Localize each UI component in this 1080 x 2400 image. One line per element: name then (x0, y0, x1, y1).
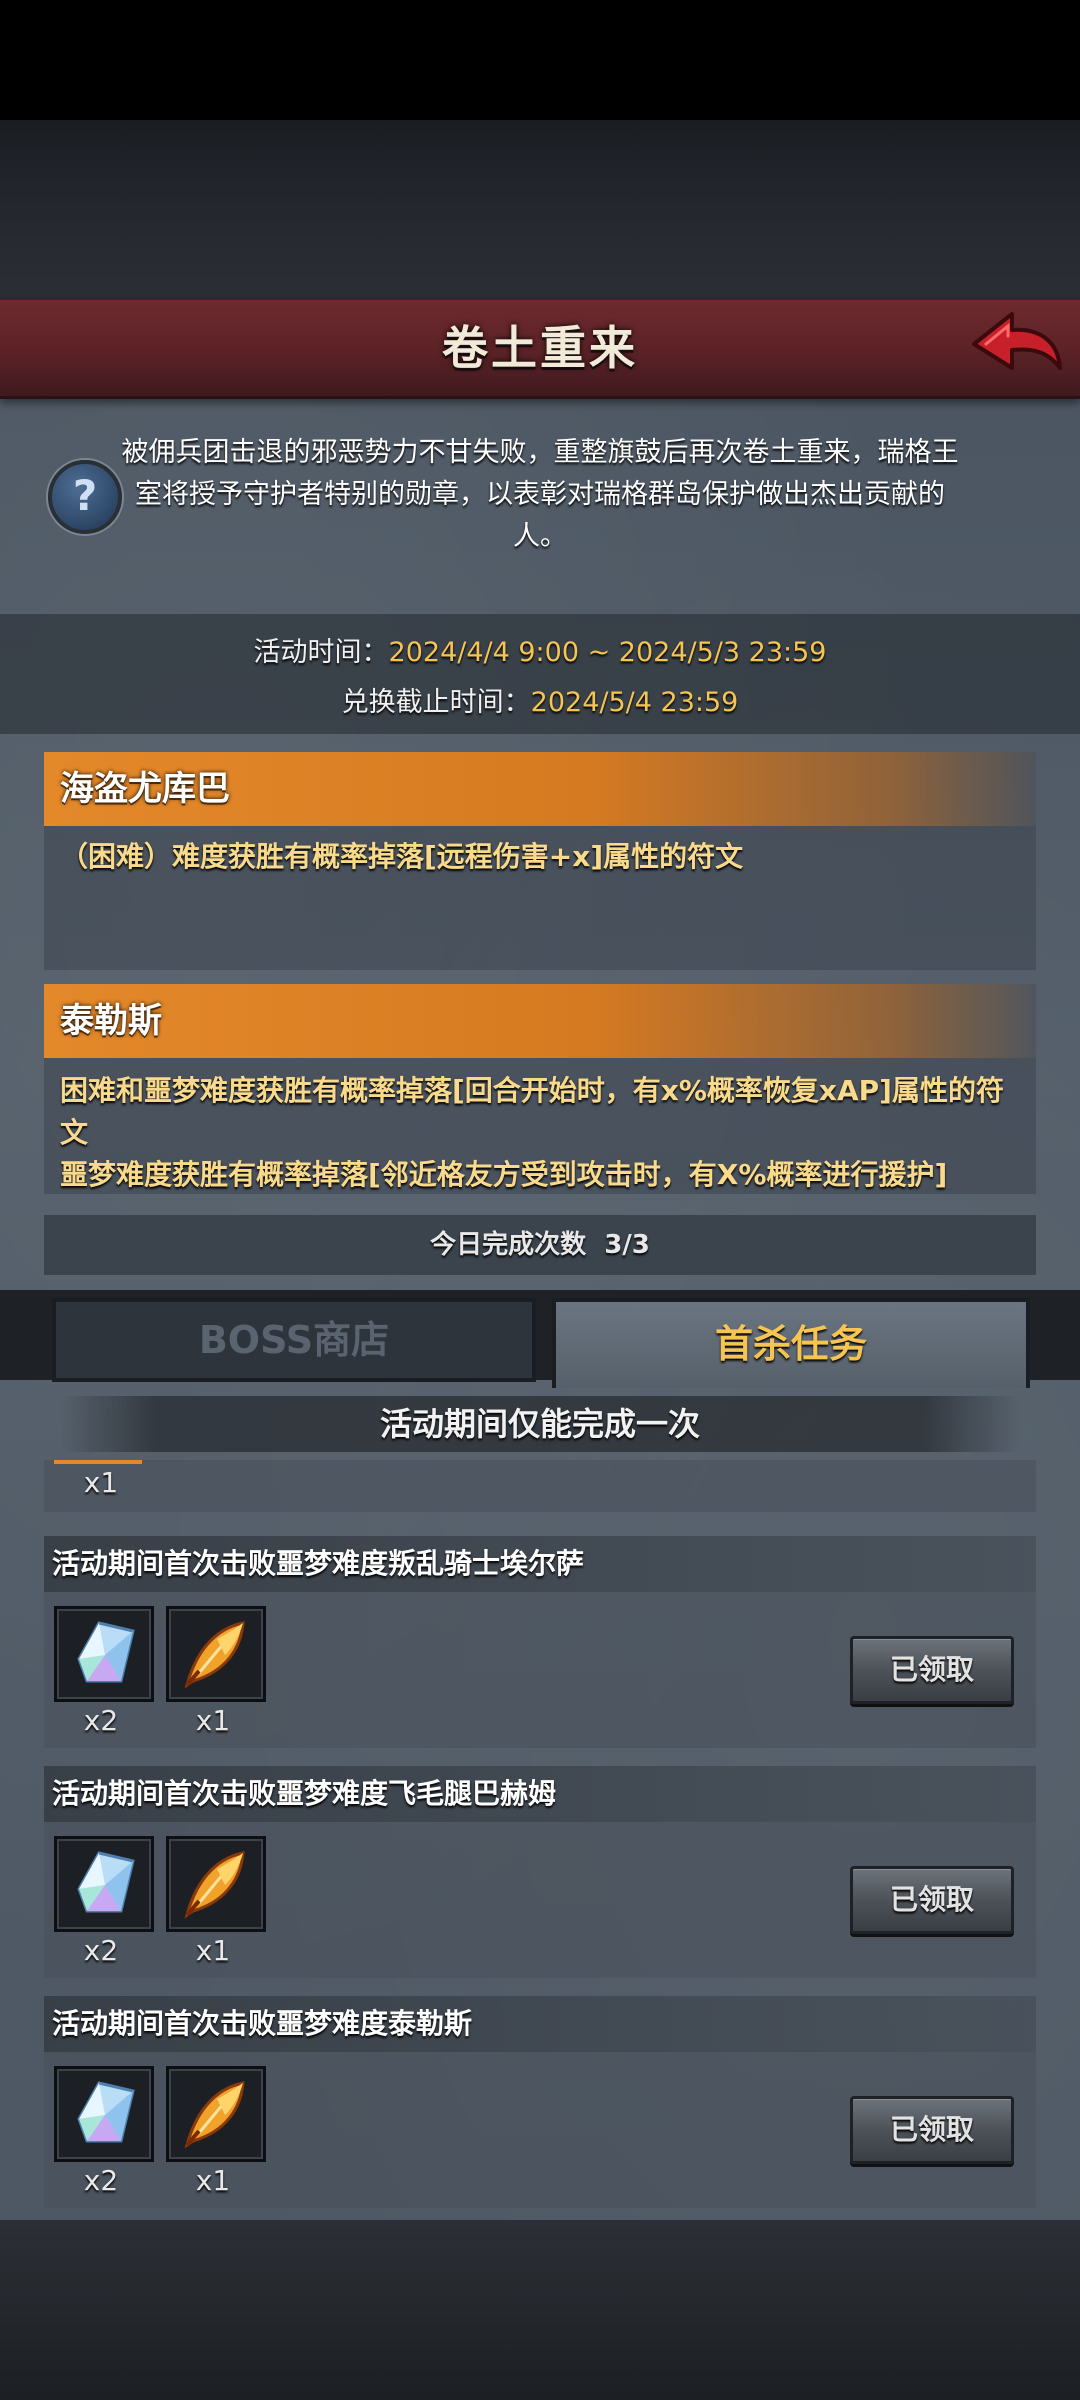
event-time-label: 活动时间： (253, 637, 389, 668)
exchange-deadline-value: 2024/5/4 23:59 (530, 687, 739, 718)
reward-item[interactable] (54, 1836, 154, 1932)
boss-header: 泰勒斯 (44, 984, 1036, 1058)
reward-item[interactable] (54, 1606, 154, 1702)
task-card: 活动期间首次击败噩梦难度飞毛腿巴赫姆 x2 x1 已领取 (44, 1766, 1036, 1978)
task-title-bar: 活动期间首次击败噩梦难度叛乱骑士埃尔萨 (44, 1536, 1036, 1592)
task-title: 活动期间首次击败噩梦难度泰勒斯 (52, 2007, 473, 2040)
claimed-button[interactable]: 已领取 (850, 2096, 1014, 2164)
boss-drop-description: 困难和噩梦难度获胜有概率掉落[回合开始时，有x%概率恢复xAP]属性的符文 (60, 1074, 1004, 1149)
task-title-bar: 活动期间首次击败噩梦难度飞毛腿巴赫姆 (44, 1766, 1036, 1822)
back-arrow-icon (972, 312, 1062, 370)
reward-item[interactable] (166, 1836, 266, 1932)
event-time-value: 2024/4/4 9:00 ~ 2024/5/3 23:59 (388, 637, 827, 668)
crystal-icon (77, 1851, 135, 1913)
reward-frame-edge (54, 1460, 142, 1464)
crystal-icon (77, 1621, 135, 1683)
boss-name: 海盗尤库巴 (60, 769, 230, 809)
task-title: 活动期间首次击败噩梦难度叛乱骑士埃尔萨 (52, 1547, 585, 1580)
daily-completion-bar: 今日完成次数 3/3 (44, 1214, 1036, 1275)
page-title: 卷土重来 (442, 321, 638, 375)
claimed-button[interactable]: 已领取 (850, 1866, 1014, 1934)
back-button[interactable] (968, 306, 1064, 382)
feather-icon (184, 1851, 245, 1919)
crystal-icon (77, 2081, 135, 2143)
task-title-bar: 活动期间首次击败噩梦难度泰勒斯 (44, 1996, 1036, 2052)
task-card: 活动期间首次击败噩梦难度泰勒斯 x2 x1 已领取 (44, 1996, 1036, 2208)
exchange-deadline-row: 兑换截止时间：2024/5/4 23:59 (0, 680, 1080, 719)
exchange-deadline-label: 兑换截止时间： (341, 687, 531, 718)
reward-count: x1 (195, 1704, 231, 1737)
reward-count: x2 (83, 1704, 119, 1737)
feather-icon (184, 2081, 245, 2149)
title-bar: 卷土重来 (0, 300, 1080, 399)
tab-boss-shop[interactable]: BOSS商店 (52, 1298, 536, 1382)
task-card: 活动期间首次击败噩梦难度叛乱骑士埃尔萨 x2 x1 已领取 (44, 1536, 1036, 1748)
reward-item[interactable] (54, 2066, 154, 2162)
reward-item[interactable] (166, 2066, 266, 2162)
boss-drop-description: （困难）难度获胜有概率掉落[远程伤害+x]属性的符文 (60, 840, 744, 873)
status-bar-area (0, 0, 1080, 120)
boss-card: 泰勒斯 困难和噩梦难度获胜有概率掉落[回合开始时，有x%概率恢复xAP]属性的符… (44, 984, 1036, 1194)
reward-item[interactable] (166, 1606, 266, 1702)
reward-count: x1 (195, 2164, 231, 2197)
task-card-partial: x1 (44, 1460, 1036, 1512)
header-backdrop (0, 120, 1080, 300)
daily-completion-value: 3/3 (604, 1230, 650, 1260)
boss-name: 泰勒斯 (60, 1001, 162, 1041)
help-icon[interactable]: ? (48, 460, 122, 534)
footer-backdrop (0, 2220, 1080, 2400)
reward-count: x2 (83, 1934, 119, 1967)
boss-card: 海盗尤库巴 （困难）难度获胜有概率掉落[远程伤害+x]属性的符文 (44, 752, 1036, 970)
event-description: 被佣兵团击退的邪恶势力不甘失败，重整旗鼓后再次卷土重来，瑞格王室将授予守护者特别… (121, 437, 959, 552)
boss-drop-description: 噩梦难度获胜有概率掉落[邻近格友方受到攻击时，有X%概率进行援护] (60, 1158, 948, 1191)
reward-count: x1 (83, 1466, 119, 1499)
task-list[interactable]: x1 活动期间首次击败噩梦难度叛乱骑士埃尔萨 x2 x1 已领取 活动期间首次击… (44, 1460, 1036, 2220)
reward-count: x1 (195, 1934, 231, 1967)
daily-completion-label: 今日完成次数 (430, 1230, 587, 1260)
event-time-row: 活动时间：2024/4/4 9:00 ~ 2024/5/3 23:59 (0, 630, 1080, 669)
claimed-button[interactable]: 已领取 (850, 1636, 1014, 1704)
once-only-banner: 活动期间仅能完成一次 (60, 1396, 1020, 1452)
task-title: 活动期间首次击败噩梦难度飞毛腿巴赫姆 (52, 1777, 557, 1810)
reward-count: x2 (83, 2164, 119, 2197)
boss-header: 海盗尤库巴 (44, 752, 1036, 826)
tab-first-kill-tasks[interactable]: 首杀任务 (552, 1298, 1030, 1388)
feather-icon (184, 1621, 245, 1689)
